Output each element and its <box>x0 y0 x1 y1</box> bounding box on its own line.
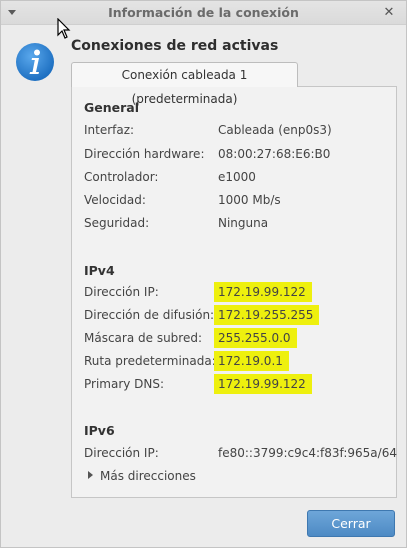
default-route-label: Ruta predeterminada: <box>84 354 216 368</box>
connection-info-window: Información de la conexión ✕ Conexiones … <box>0 0 407 548</box>
ipv6-address-value: fe80::3799:c9c4:f83f:965a/64 <box>218 446 397 460</box>
section-ipv4-heading: IPv4 <box>84 263 115 278</box>
hardware-address-value: 08:00:27:68:E6:B0 <box>218 147 331 161</box>
ipv4-address-label: Dirección IP: <box>84 285 159 299</box>
ipv6-address-label: Dirección IP: <box>84 446 159 460</box>
more-addresses-expander[interactable]: Más direcciones <box>100 469 196 483</box>
interface-value: Cableada (enp0s3) <box>218 123 332 137</box>
info-icon <box>16 43 54 81</box>
broadcast-label: Dirección de difusión: <box>84 308 215 322</box>
subnet-mask-label: Máscara de subred: <box>84 331 203 345</box>
security-label: Seguridad: <box>84 216 150 230</box>
primary-dns-label: Primary DNS: <box>84 377 165 391</box>
default-route-cell: 172.19.0.1 <box>214 351 289 371</box>
primary-dns-value: 172.19.99.122 <box>214 374 312 394</box>
broadcast-cell: 172.19.255.255 <box>214 305 320 325</box>
section-ipv6-heading: IPv6 <box>84 423 115 438</box>
broadcast-value: 172.19.255.255 <box>214 305 320 325</box>
speed-label: Velocidad: <box>84 193 146 207</box>
ipv4-address-value: 172.19.99.122 <box>214 282 312 302</box>
security-value: Ninguna <box>218 216 269 230</box>
section-general-heading: General <box>84 100 139 115</box>
page-title: Conexiones de red activas <box>71 38 279 54</box>
chevron-right-icon[interactable] <box>88 471 93 479</box>
mouse-cursor-icon <box>57 18 71 39</box>
subnet-mask-cell: 255.255.0.0 <box>214 328 297 348</box>
speed-value: 1000 Mb/s <box>218 193 281 207</box>
close-button[interactable]: Cerrar <box>307 510 395 537</box>
tab-wired-connection[interactable]: Conexión cableada 1 (predeterminada) <box>71 62 298 106</box>
primary-dns-cell: 172.19.99.122 <box>214 374 312 394</box>
hardware-address-label: Dirección hardware: <box>84 147 205 161</box>
default-route-value: 172.19.0.1 <box>214 351 289 371</box>
driver-label: Controlador: <box>84 170 159 184</box>
close-icon[interactable]: ✕ <box>382 6 396 20</box>
subnet-mask-value: 255.255.0.0 <box>214 328 297 348</box>
interface-label: Interfaz: <box>84 123 135 137</box>
ipv4-address-cell: 172.19.99.122 <box>214 282 312 302</box>
driver-value: e1000 <box>218 170 256 184</box>
